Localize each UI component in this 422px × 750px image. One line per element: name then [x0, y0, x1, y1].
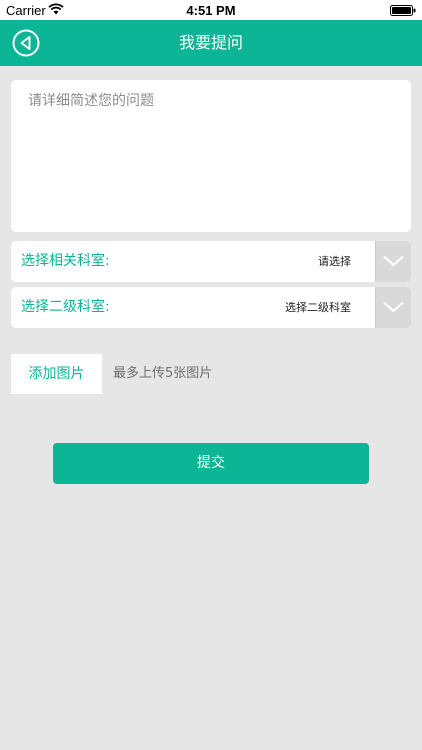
department-value: 请选择 — [318, 255, 351, 268]
add-image-button[interactable]: 添加图片 — [11, 354, 102, 394]
submit-button[interactable]: 提交 — [53, 443, 369, 484]
department-dropdown-button[interactable] — [375, 241, 411, 282]
sub-department-value: 选择二级科室 — [285, 301, 351, 314]
question-box — [11, 80, 411, 232]
chevron-down-icon — [383, 301, 404, 313]
status-time: 4:51 PM — [186, 3, 236, 18]
back-arrow-circle-icon — [12, 29, 40, 57]
chevron-down-icon — [383, 255, 404, 267]
department-select[interactable]: 选择相关科室: 请选择 — [11, 241, 411, 282]
nav-bar: 我要提问 — [0, 20, 422, 66]
page-title: 我要提问 — [178, 33, 243, 52]
back-button[interactable] — [12, 29, 40, 57]
upload-hint: 最多上传5张图片 — [113, 366, 213, 381]
sub-department-label: 选择二级科室: — [21, 299, 110, 315]
status-bar: Carrier 4:51 PM — [0, 0, 422, 20]
battery-icon — [390, 5, 416, 16]
department-label: 选择相关科室: — [21, 253, 110, 269]
sub-department-select[interactable]: 选择二级科室: 选择二级科室 — [11, 287, 411, 328]
question-input[interactable] — [11, 80, 411, 232]
sub-department-dropdown-button[interactable] — [375, 287, 411, 328]
